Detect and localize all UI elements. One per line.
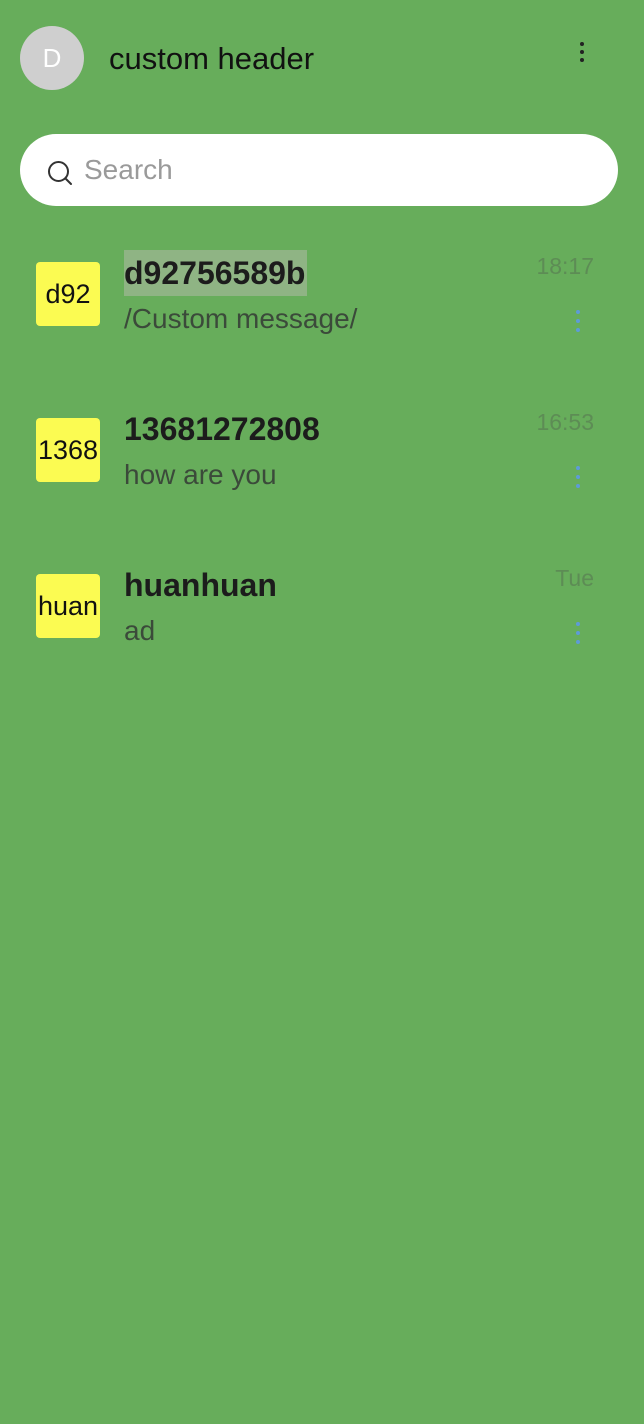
- header-title: custom header: [109, 41, 315, 76]
- search-input[interactable]: [84, 148, 584, 192]
- app-header: D custom header: [0, 0, 644, 118]
- conversation-time: 18:17: [536, 253, 594, 279]
- more-vertical-icon: [576, 622, 580, 644]
- conversation-time: Tue: [555, 565, 594, 591]
- conversation-item[interactable]: 1368 13681272808 how are you 16:53: [0, 382, 644, 532]
- conversation-last-message: ad: [124, 615, 156, 646]
- search-icon: [48, 161, 72, 185]
- conversation-last-message: how are you: [124, 459, 277, 490]
- conversation-avatar: huan: [36, 574, 100, 638]
- user-avatar[interactable]: D: [20, 26, 84, 90]
- user-avatar-letter: D: [42, 42, 62, 73]
- conversation-more-button[interactable]: [566, 306, 590, 336]
- conversation-item[interactable]: huan huanhuan ad Tue: [0, 538, 644, 688]
- conversation-name: 13681272808: [124, 411, 320, 447]
- conversation-avatar: 1368: [36, 418, 100, 482]
- more-vertical-icon: [580, 42, 584, 62]
- conversation-last-message: /Custom message/: [124, 303, 358, 334]
- conversation-time: 16:53: [536, 409, 594, 435]
- more-vertical-icon: [576, 310, 580, 332]
- conversation-more-button[interactable]: [566, 618, 590, 648]
- conversation-more-button[interactable]: [566, 462, 590, 492]
- more-vertical-icon: [576, 466, 580, 488]
- header-more-button[interactable]: [560, 30, 604, 86]
- search-bar[interactable]: [20, 134, 618, 206]
- conversation-name: huanhuan: [124, 567, 277, 603]
- conversation-name: d92756589b: [124, 250, 308, 296]
- conversation-item[interactable]: d92 d92756589b /Custom message/ 18:17: [0, 226, 644, 376]
- conversation-avatar: d92: [36, 262, 100, 326]
